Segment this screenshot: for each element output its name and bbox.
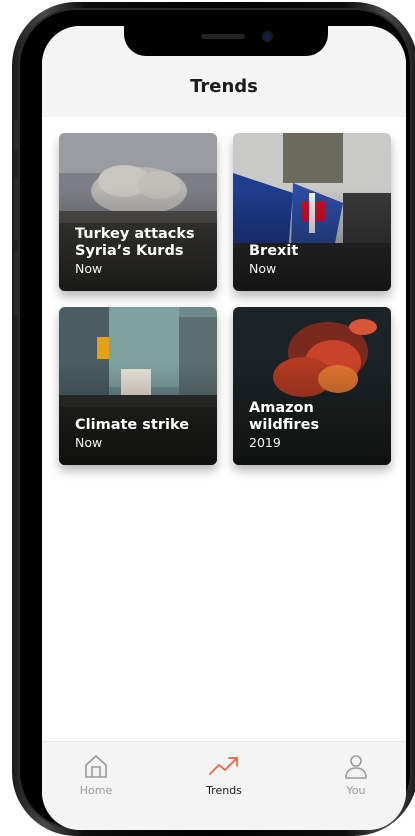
trend-card-climate-strike[interactable]: Climate strike Now xyxy=(59,307,217,465)
card-caption: Turkey attacks Syria’s Kurds Now xyxy=(75,226,207,277)
card-caption: Amazon wildfires 2019 xyxy=(249,400,381,451)
speaker-grille xyxy=(201,34,245,39)
nav-label-home: Home xyxy=(79,784,113,797)
card-subtitle: Now xyxy=(75,261,103,276)
card-title: Turkey attacks Syria’s Kurds xyxy=(75,226,195,259)
app-screen: Trends Turkey attacks Syria’s Kurds Now xyxy=(42,26,406,830)
card-caption: Brexit Now xyxy=(249,243,381,277)
card-title: Climate strike xyxy=(75,417,190,433)
page-title: Trends xyxy=(190,76,258,97)
nav-label-you: You xyxy=(346,784,366,797)
card-title: Amazon wildfires xyxy=(249,400,320,433)
trend-card-brexit[interactable]: Brexit Now xyxy=(233,133,391,291)
nav-item-you[interactable]: You xyxy=(316,752,396,797)
card-subtitle: Now xyxy=(75,435,103,450)
nav-label-trends: Trends xyxy=(206,784,242,797)
user-icon xyxy=(345,755,367,779)
home-icon xyxy=(85,755,107,778)
nav-item-home[interactable]: Home xyxy=(56,752,136,797)
nav-item-trends[interactable]: Trends xyxy=(184,752,264,797)
trending-up-icon xyxy=(209,757,238,775)
trend-card-amazon-wildfires[interactable]: Amazon wildfires 2019 xyxy=(233,307,391,465)
card-title: Brexit xyxy=(249,243,299,259)
camera-icon xyxy=(262,31,273,42)
notch xyxy=(124,26,328,56)
card-subtitle: 2019 xyxy=(249,435,281,450)
card-subtitle: Now xyxy=(249,261,277,276)
trend-card-turkey[interactable]: Turkey attacks Syria’s Kurds Now xyxy=(59,133,217,291)
card-caption: Climate strike Now xyxy=(75,417,207,451)
bottom-nav: Home Trends You xyxy=(42,741,406,830)
